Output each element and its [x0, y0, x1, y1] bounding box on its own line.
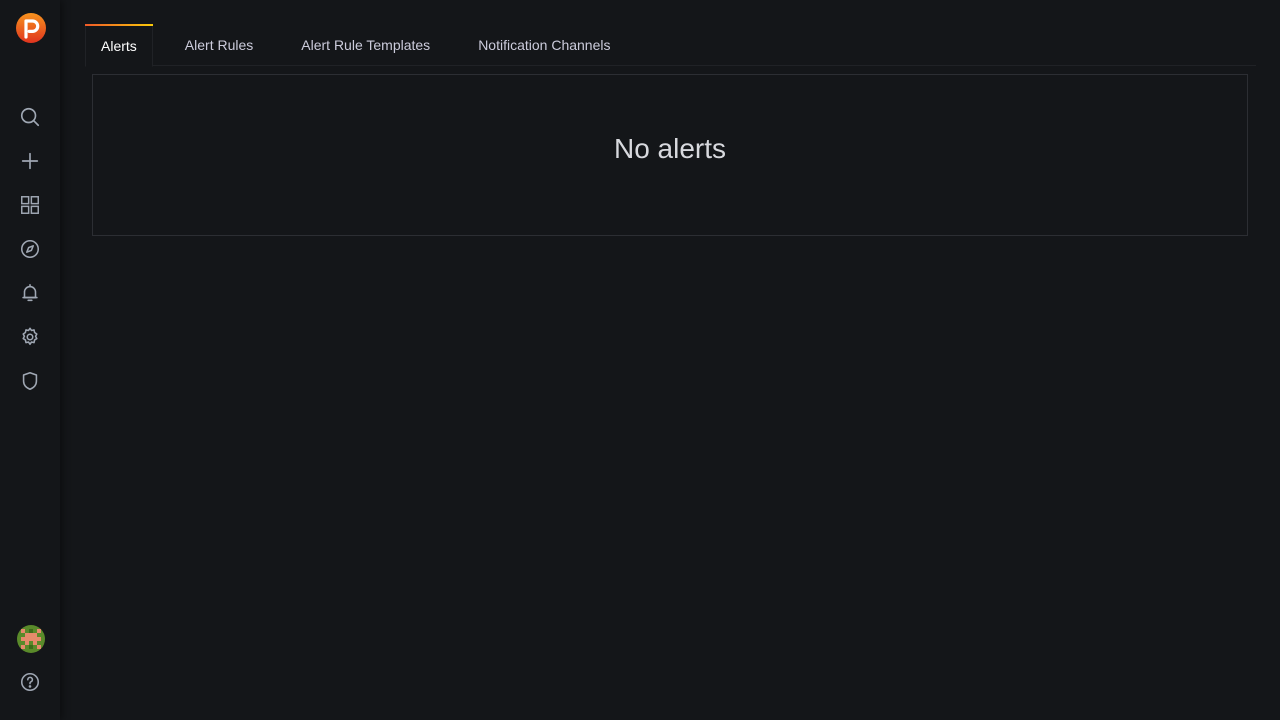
- search-button[interactable]: [0, 97, 60, 137]
- search-icon: [20, 107, 40, 127]
- help-icon: [20, 672, 40, 692]
- bell-icon: [22, 283, 38, 302]
- tab-alert-rules[interactable]: Alert Rules: [169, 24, 269, 66]
- explore-button[interactable]: [0, 229, 60, 269]
- empty-state-message: No alerts: [613, 133, 727, 164]
- dashboards-icon: [21, 196, 39, 214]
- avatar[interactable]: [17, 625, 45, 653]
- dashboards-button[interactable]: [0, 185, 60, 225]
- sidebar: [0, 0, 60, 720]
- app-root: Alerts Alert Rules Alert Rule Templates …: [0, 0, 1280, 720]
- tab-alert-rule-templates[interactable]: Alert Rule Templates: [285, 24, 446, 66]
- help-button[interactable]: [0, 662, 60, 702]
- plus-icon: [21, 152, 39, 170]
- main-content: Alerts Alert Rules Alert Rule Templates …: [60, 0, 1280, 720]
- server-admin-button[interactable]: [0, 361, 60, 401]
- alerts-panel: No alerts: [92, 74, 1248, 236]
- tab-notification-channels[interactable]: Notification Channels: [462, 24, 626, 66]
- tab-bar: Alerts Alert Rules Alert Rule Templates …: [85, 24, 1256, 67]
- logo-icon[interactable]: [15, 12, 47, 44]
- shield-icon: [22, 371, 38, 391]
- gear-icon: [22, 327, 38, 346]
- create-button[interactable]: [0, 141, 60, 181]
- tab-alerts[interactable]: Alerts: [85, 24, 153, 67]
- compass-icon: [20, 239, 40, 259]
- alerting-button[interactable]: [0, 273, 60, 313]
- configuration-button[interactable]: [0, 317, 60, 357]
